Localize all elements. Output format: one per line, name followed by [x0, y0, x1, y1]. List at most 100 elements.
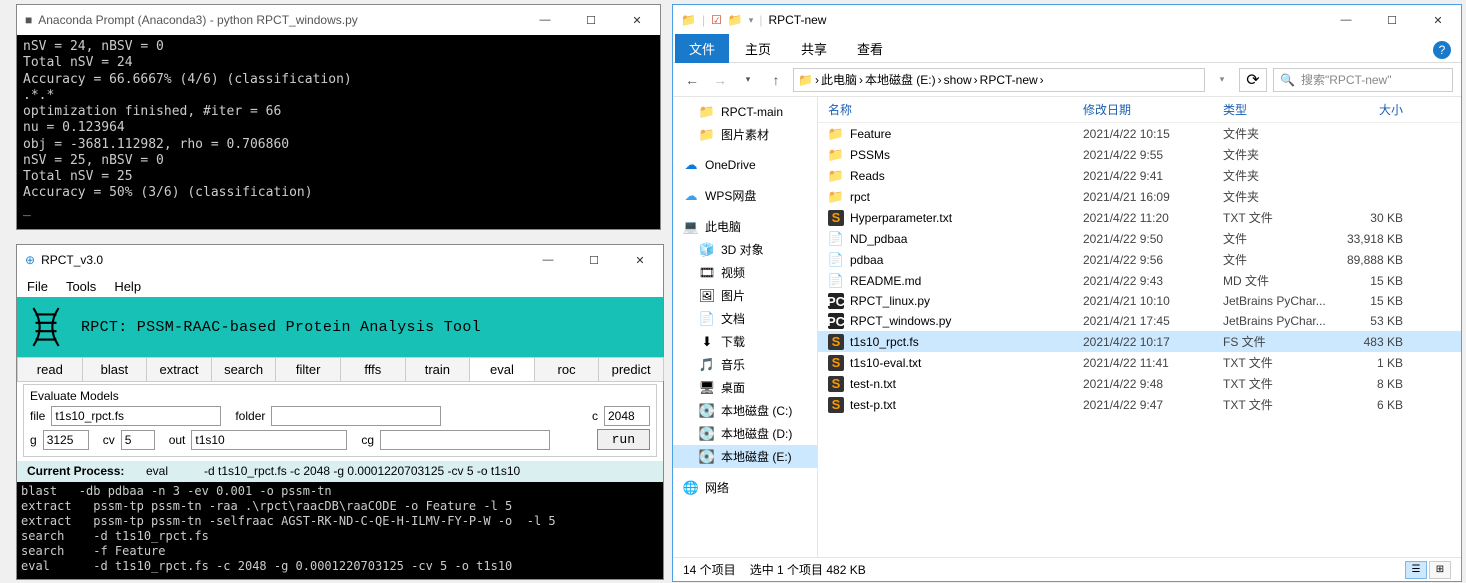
rpct-log[interactable]: blast -db pdbaa -n 3 -ev 0.001 -o pssm-t… [17, 482, 663, 579]
c-input[interactable] [604, 406, 650, 426]
address-dropdown-icon[interactable]: ▾ [1211, 69, 1233, 91]
tab-read[interactable]: read [17, 357, 83, 381]
col-type[interactable]: 类型 [1223, 101, 1343, 118]
tab-filter[interactable]: filter [275, 357, 341, 381]
recent-dropdown[interactable]: ▾ [737, 69, 759, 91]
file-row[interactable]: Stest-p.txt2021/4/22 9:47TXT 文件6 KB [818, 394, 1461, 415]
col-name[interactable]: 名称 [828, 101, 1083, 118]
nav-item[interactable]: 💽本地磁盘 (C:) [673, 399, 817, 422]
file-row[interactable]: 📁Reads2021/4/22 9:41文件夹 [818, 165, 1461, 186]
up-button[interactable]: ↑ [765, 69, 787, 91]
folder-input[interactable] [271, 406, 441, 426]
nav-item[interactable]: 🧊3D 对象 [673, 238, 817, 261]
checkbox-icon[interactable]: ☑ [711, 13, 722, 27]
back-button[interactable]: ← [681, 69, 703, 91]
breadcrumb-item[interactable]: 此电脑 [821, 71, 857, 88]
icons-view-button[interactable]: ⊞ [1429, 561, 1451, 579]
menu-help[interactable]: Help [114, 279, 141, 294]
details-view-button[interactable]: ☰ [1405, 561, 1427, 579]
address-bar[interactable]: 📁 › 此电脑›本地磁盘 (E:)›show›RPCT-new› [793, 68, 1205, 92]
column-headers[interactable]: 名称 修改日期 类型 大小 [818, 97, 1461, 123]
breadcrumb-item[interactable]: 本地磁盘 (E:) [865, 71, 936, 88]
tab-train[interactable]: train [405, 357, 471, 381]
file-row[interactable]: PCRPCT_windows.py2021/4/21 17:45JetBrain… [818, 311, 1461, 331]
nav-item[interactable]: ☁OneDrive [673, 154, 817, 176]
ribbon-share[interactable]: 共享 [787, 34, 841, 63]
refresh-button[interactable]: ⟳ [1239, 68, 1267, 92]
menu-file[interactable]: File [27, 279, 48, 294]
nav-item[interactable]: 🌐网络 [673, 476, 817, 499]
tab-extract[interactable]: extract [146, 357, 212, 381]
nav-item[interactable]: 💽本地磁盘 (E:) [673, 445, 817, 468]
file-row[interactable]: St1s10_rpct.fs2021/4/22 10:17FS 文件483 KB [818, 331, 1461, 352]
file-input[interactable] [51, 406, 221, 426]
ribbon-home[interactable]: 主页 [731, 34, 785, 63]
rpct-title: RPCT_v3.0 [41, 253, 103, 267]
maximize-button[interactable]: ☐ [568, 5, 614, 35]
minimize-button[interactable]: — [1323, 5, 1369, 35]
col-date[interactable]: 修改日期 [1083, 101, 1223, 118]
nav-label: 网络 [705, 479, 729, 496]
file-row[interactable]: St1s10-eval.txt2021/4/22 11:41TXT 文件1 KB [818, 352, 1461, 373]
nav-item[interactable]: 📁RPCT-main [673, 101, 817, 123]
close-button[interactable]: ✕ [1415, 5, 1461, 35]
nav-pane[interactable]: 📁RPCT-main📁图片素材 ☁OneDrive ☁WPS网盘 💻此电脑🧊3D 对象… [673, 97, 818, 557]
file-row[interactable]: 📄README.md2021/4/22 9:43MD 文件15 KB [818, 270, 1461, 291]
close-button[interactable]: ✕ [617, 245, 663, 275]
anaconda-titlebar[interactable]: ■ Anaconda Prompt (Anaconda3) - python R… [17, 5, 660, 35]
tab-blast[interactable]: blast [82, 357, 148, 381]
nav-label: 音乐 [721, 356, 745, 373]
nav-icon: ⬇ [699, 334, 715, 350]
close-button[interactable]: ✕ [614, 5, 660, 35]
anaconda-terminal[interactable]: nSV = 24, nBSV = 0 Total nSV = 24 Accura… [17, 35, 660, 229]
g-input[interactable] [43, 430, 89, 450]
file-type: JetBrains PyChar... [1223, 294, 1343, 308]
cv-input[interactable] [121, 430, 155, 450]
menu-tools[interactable]: Tools [66, 279, 96, 294]
nav-item[interactable]: 💻此电脑 [673, 215, 817, 238]
file-row[interactable]: SHyperparameter.txt2021/4/22 11:20TXT 文件… [818, 207, 1461, 228]
nav-item[interactable]: 🖥桌面 [673, 376, 817, 399]
maximize-button[interactable]: ☐ [1369, 5, 1415, 35]
out-input[interactable] [191, 430, 347, 450]
forward-button[interactable]: → [709, 69, 731, 91]
nav-item[interactable]: 🖼图片 [673, 284, 817, 307]
nav-item[interactable]: ⬇下载 [673, 330, 817, 353]
file-row[interactable]: Stest-n.txt2021/4/22 9:48TXT 文件8 KB [818, 373, 1461, 394]
ribbon-view[interactable]: 查看 [843, 34, 897, 63]
minimize-button[interactable]: — [525, 245, 571, 275]
help-icon[interactable]: ? [1433, 41, 1451, 59]
tab-eval[interactable]: eval [469, 357, 535, 381]
search-input[interactable]: 🔍 搜索"RPCT-new" [1273, 68, 1453, 92]
breadcrumb-item[interactable]: RPCT-new [980, 73, 1038, 87]
file-row[interactable]: PCRPCT_linux.py2021/4/21 10:10JetBrains … [818, 291, 1461, 311]
cg-input[interactable] [380, 430, 550, 450]
tab-predict[interactable]: predict [598, 357, 664, 381]
col-size[interactable]: 大小 [1343, 101, 1423, 118]
nav-item[interactable]: 💽本地磁盘 (D:) [673, 422, 817, 445]
breadcrumb-item[interactable]: show [944, 73, 972, 87]
file-row[interactable]: 📁Feature2021/4/22 10:15文件夹 [818, 123, 1461, 144]
tab-roc[interactable]: roc [534, 357, 600, 381]
nav-item[interactable]: 🎞视频 [673, 261, 817, 284]
qat-dropdown-icon[interactable]: ▾ [749, 15, 754, 26]
nav-item[interactable]: ☁WPS网盘 [673, 184, 817, 207]
folder-label: folder [235, 409, 265, 423]
nav-item[interactable]: 📁图片素材 [673, 123, 817, 146]
tab-fffs[interactable]: fffs [340, 357, 406, 381]
file-row[interactable]: 📁PSSMs2021/4/22 9:55文件夹 [818, 144, 1461, 165]
nav-item[interactable]: 🎵音乐 [673, 353, 817, 376]
file-row[interactable]: 📄ND_pdbaa2021/4/22 9:50文件33,918 KB [818, 228, 1461, 249]
explorer-titlebar[interactable]: 📁 | ☑ 📁 ▾ | RPCT-new — ☐ ✕ [673, 5, 1461, 35]
rpct-titlebar[interactable]: ⊕ RPCT_v3.0 — ☐ ✕ [17, 245, 663, 275]
maximize-button[interactable]: ☐ [571, 245, 617, 275]
file-row[interactable]: 📁rpct2021/4/21 16:09文件夹 [818, 186, 1461, 207]
ribbon-file[interactable]: 文件 [675, 34, 729, 63]
rpct-banner: RPCT: PSSM-RAAC-based Protein Analysis T… [17, 297, 663, 357]
file-icon: 📄 [828, 273, 844, 289]
file-row[interactable]: 📄pdbaa2021/4/22 9:56文件89,888 KB [818, 249, 1461, 270]
tab-search[interactable]: search [211, 357, 277, 381]
run-button[interactable]: run [597, 429, 650, 450]
minimize-button[interactable]: — [522, 5, 568, 35]
nav-item[interactable]: 📄文档 [673, 307, 817, 330]
